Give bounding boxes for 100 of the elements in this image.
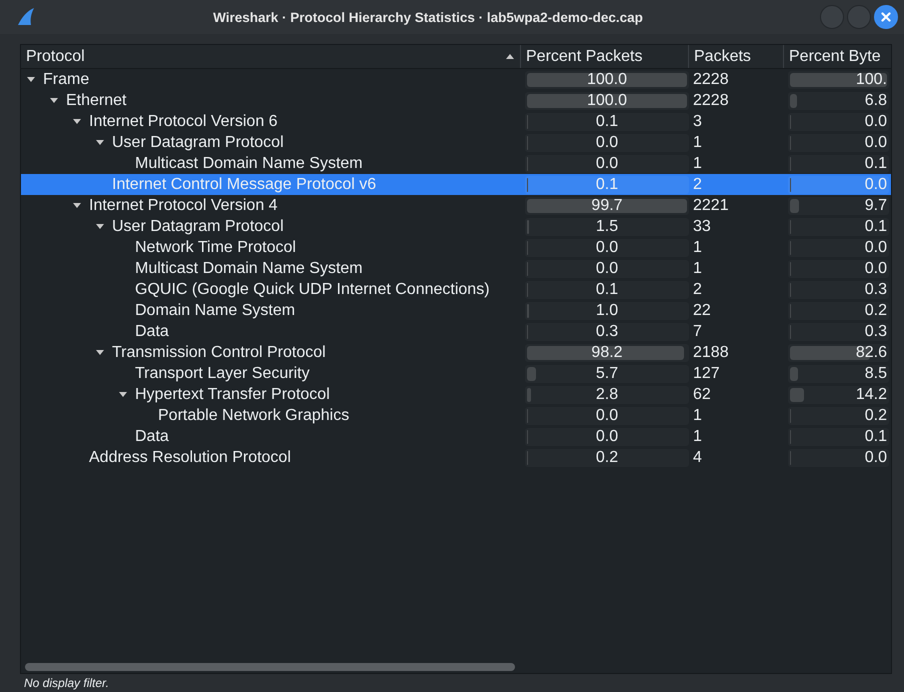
protocol-name: Address Resolution Protocol: [89, 448, 291, 466]
protocol-name: Network Time Protocol: [135, 238, 296, 256]
protocol-name: Transmission Control Protocol: [112, 344, 326, 362]
table-row[interactable]: Address Resolution Protocol 0.2 4 0.0: [21, 447, 891, 468]
sort-arrow-icon: [506, 54, 514, 59]
packets-value: 2228: [693, 92, 729, 110]
percent-bytes-value: 0.0: [864, 134, 888, 152]
percent-packets-value: 98.2: [590, 344, 624, 362]
percent-packets-value: 0.1: [594, 176, 620, 194]
table-row[interactable]: Multicast Domain Name System 0.0 1 0.1: [21, 153, 891, 174]
table-row[interactable]: Portable Network Graphics 0.0 1 0.2: [21, 405, 891, 426]
expand-arrow-icon[interactable]: [96, 350, 104, 355]
packets-value: 1: [693, 154, 702, 172]
percent-bytes-value: 0.0: [864, 238, 888, 256]
table-row[interactable]: Domain Name System 1.0 22 0.2: [21, 300, 891, 321]
packets-value: 2228: [693, 70, 729, 88]
protocol-name: Transport Layer Security: [135, 364, 310, 382]
protocol-name: Domain Name System: [135, 302, 296, 320]
table-row[interactable]: GQUIC (Google Quick UDP Internet Connections) 0.1 2 0.3: [21, 279, 891, 300]
expand-arrow-icon[interactable]: [27, 77, 35, 82]
percent-packets-value: 0.3: [594, 322, 620, 340]
packets-value: 1: [693, 428, 702, 446]
close-button[interactable]: [874, 5, 898, 29]
percent-bytes-value: 0.2: [864, 302, 888, 320]
column-header[interactable]: Percent Byte: [784, 45, 889, 68]
protocol-name: Data: [135, 322, 169, 340]
table-row[interactable]: User Datagram Protocol 0.0 1 0.0: [21, 132, 891, 153]
expand-arrow-icon[interactable]: [96, 140, 104, 145]
packets-value: 33: [693, 218, 711, 236]
percent-bytes-value: 100.: [854, 70, 888, 88]
percent-bytes-value: 0.1: [864, 218, 888, 236]
table-row[interactable]: Internet Protocol Version 6 0.1 3 0.0: [21, 111, 891, 132]
table-row[interactable]: Hypertext Transfer Protocol 2.8 62 14.2: [21, 384, 891, 405]
percent-packets-value: 1.0: [594, 302, 620, 320]
table-row[interactable]: User Datagram Protocol 1.5 33 0.1: [21, 216, 891, 237]
percent-bytes-value: 0.1: [864, 154, 888, 172]
percent-bytes-value: 9.7: [864, 196, 888, 214]
percent-packets-value: 0.0: [594, 260, 620, 278]
percent-packets-value: 0.1: [594, 112, 620, 130]
table-row[interactable]: Transport Layer Security 5.7 127 8.5: [21, 363, 891, 384]
packets-value: 2188: [693, 344, 729, 362]
table-row[interactable]: Network Time Protocol 0.0 1 0.0: [21, 237, 891, 258]
column-header[interactable]: Packets: [689, 45, 784, 68]
percent-bytes-value: 0.0: [864, 260, 888, 278]
packets-value: 7: [693, 322, 702, 340]
protocol-name: Data: [135, 428, 169, 446]
expand-arrow-icon[interactable]: [119, 392, 127, 397]
expand-arrow-icon[interactable]: [96, 224, 104, 229]
table-row[interactable]: Data 0.0 1 0.1: [21, 426, 891, 447]
percent-bytes-value: 8.5: [864, 364, 888, 382]
percent-bytes-value: 6.8: [864, 92, 888, 110]
status-text: No display filter.: [24, 676, 109, 690]
table-row[interactable]: Internet Protocol Version 4 99.7 2221 9.7: [21, 195, 891, 216]
packets-value: 2: [693, 176, 702, 194]
percent-bytes-value: 0.3: [864, 322, 888, 340]
percent-packets-value: 0.0: [594, 428, 620, 446]
percent-bytes-value: 0.2: [864, 406, 888, 424]
packets-value: 3: [693, 112, 702, 130]
protocol-name: User Datagram Protocol: [112, 218, 284, 236]
expand-arrow-icon[interactable]: [73, 203, 81, 208]
column-header[interactable]: Percent Packets: [521, 45, 689, 68]
packets-value: 127: [693, 364, 720, 382]
protocol-name: Internet Protocol Version 4: [89, 196, 278, 214]
percent-packets-value: 0.2: [594, 448, 620, 466]
percent-packets-value: 0.0: [594, 406, 620, 424]
percent-bytes-value: 0.0: [864, 176, 888, 194]
percent-packets-value: 100.0: [586, 92, 628, 110]
percent-packets-value: 100.0: [586, 70, 628, 88]
percent-packets-value: 2.8: [594, 386, 620, 404]
packets-value: 1: [693, 134, 702, 152]
protocol-name: Multicast Domain Name System: [135, 260, 363, 278]
table-row[interactable]: Ethernet 100.0 2228 6.8: [21, 90, 891, 111]
protocol-name: Multicast Domain Name System: [135, 154, 363, 172]
packets-value: 2221: [693, 196, 729, 214]
close-icon: [881, 12, 891, 22]
packets-value: 2: [693, 280, 702, 298]
percent-bytes-value: 0.0: [864, 112, 888, 130]
percent-packets-value: 0.0: [594, 134, 620, 152]
percent-bytes-value: 82.6: [854, 344, 888, 362]
protocol-name: Portable Network Graphics: [158, 406, 350, 424]
protocol-name: Hypertext Transfer Protocol: [135, 386, 330, 404]
percent-packets-value: 0.0: [594, 238, 620, 256]
percent-bytes-value: 0.3: [864, 280, 888, 298]
protocol-name: Frame: [43, 70, 90, 88]
packets-value: 1: [693, 406, 702, 424]
column-header[interactable]: Protocol: [21, 45, 521, 68]
table-row[interactable]: Multicast Domain Name System 0.0 1 0.0: [21, 258, 891, 279]
table-row[interactable]: Frame 100.0 2228 100.: [21, 69, 891, 90]
table-row[interactable]: Data 0.3 7 0.3: [21, 321, 891, 342]
protocol-name: Internet Protocol Version 6: [89, 112, 278, 130]
percent-bytes-value: 0.0: [864, 448, 888, 466]
expand-arrow-icon[interactable]: [73, 119, 81, 124]
expand-arrow-icon[interactable]: [50, 98, 58, 103]
scrollbar-thumb[interactable]: [25, 663, 515, 671]
packets-value: 4: [693, 448, 702, 466]
packets-value: 1: [693, 260, 702, 278]
table-row[interactable]: Transmission Control Protocol 98.2 2188 82.6: [21, 342, 891, 363]
percent-packets-value: 0.0: [594, 154, 620, 172]
packets-value: 1: [693, 238, 702, 256]
percent-packets-value: 5.7: [594, 364, 620, 382]
